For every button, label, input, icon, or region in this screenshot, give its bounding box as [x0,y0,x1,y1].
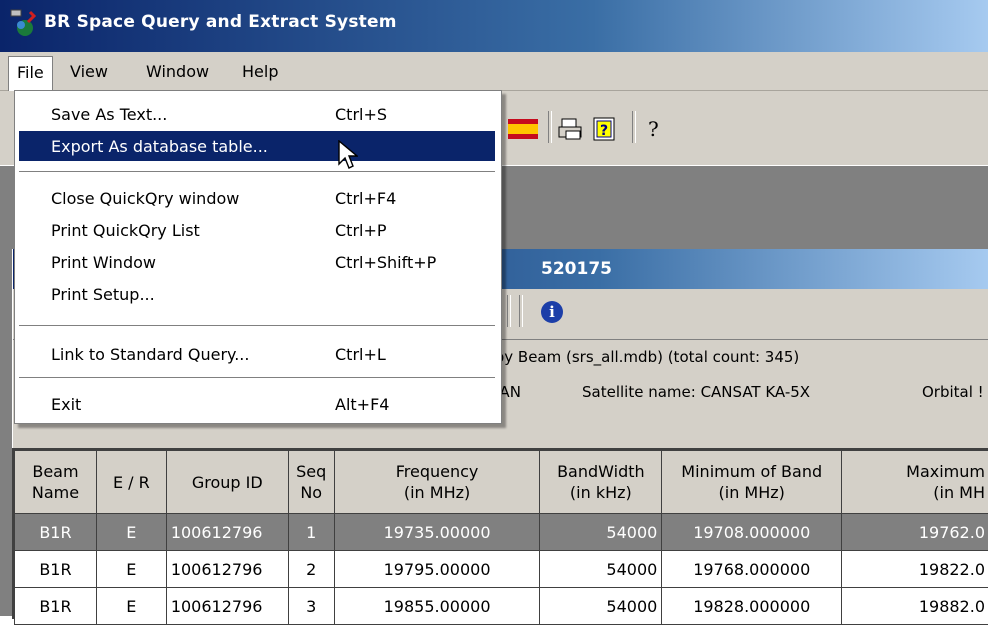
menu-item-shortcut: Ctrl+Shift+P [335,253,436,272]
file-menu-dropdown: Save As Text... Ctrl+S Export As databas… [14,90,502,424]
cell-er[interactable]: E [96,551,166,588]
cell-bandwidth[interactable]: 54000 [540,514,662,551]
column-header[interactable]: Maximum (in MH [842,451,988,514]
menu-separator [19,171,495,173]
table-row[interactable]: B1R E 100612796 3 19855.00000 54000 1982… [15,588,988,625]
menu-item-print-window[interactable]: Print Window Ctrl+Shift+P [19,247,495,277]
menu-separator [19,325,495,327]
menu-item-print-quickqry-list[interactable]: Print QuickQry List Ctrl+P [19,215,495,245]
window-title: BR Space Query and Extract System [44,12,397,32]
cell-max-band[interactable]: 19882.0 [842,588,988,625]
column-header-label: Seq No [296,462,326,502]
cell-beam[interactable]: B1R [15,588,97,625]
svg-text:?: ? [600,123,608,139]
column-header[interactable]: Beam Name [15,451,97,514]
cell-er[interactable]: E [96,514,166,551]
toolbar-separator [632,111,636,143]
toolbar-separator [507,295,511,327]
cell-min-band[interactable]: 19708.000000 [662,514,842,551]
menu-item-shortcut: Alt+F4 [335,395,389,414]
cell-seq[interactable]: 1 [288,514,334,551]
menu-item-label: Exit [51,395,81,414]
printer-icon[interactable] [558,117,584,141]
menu-item-label: Print QuickQry List [51,221,200,240]
column-header[interactable]: Minimum of Band (in MHz) [662,451,842,514]
menu-separator [19,377,495,379]
menu-window[interactable]: Window [136,56,219,87]
toolbar-separator [519,295,523,327]
cell-group-id[interactable]: 100612796 [166,588,288,625]
info-icon[interactable]: i [541,301,563,323]
menu-item-shortcut: Ctrl+P [335,221,387,240]
column-header-label: Beam Name [32,462,79,502]
cell-frequency[interactable]: 19855.00000 [334,588,540,625]
menu-item-close-quickqry[interactable]: Close QuickQry window Ctrl+F4 [19,183,495,213]
cell-beam[interactable]: B1R [15,514,97,551]
toolbar-separator [548,111,552,143]
column-header-label: Minimum of Band (in MHz) [681,462,822,502]
column-header[interactable]: E / R [96,451,166,514]
svg-text:?: ? [648,117,659,141]
cell-frequency[interactable]: 19735.00000 [334,514,540,551]
mouse-cursor-icon [338,140,358,170]
menu-item-save-as-text[interactable]: Save As Text... Ctrl+S [19,99,495,129]
title-bar: BR Space Query and Extract System [0,0,988,52]
cell-seq[interactable]: 3 [288,588,334,625]
grid-header-row: Beam Name E / R Group ID Seq No Frequenc… [15,451,988,514]
cell-min-band[interactable]: 19828.000000 [662,588,842,625]
satellite-name: Satellite name: CANSAT KA-5X [582,383,810,401]
whats-this-help-icon[interactable]: ? [644,117,666,141]
menu-item-link-standard-query[interactable]: Link to Standard Query... Ctrl+L [19,339,495,369]
column-header-label: Group ID [192,473,263,492]
results-grid[interactable]: Beam Name E / R Group ID Seq No Frequenc… [12,448,988,619]
spanish-flag-icon[interactable] [508,119,538,139]
column-header-label: BandWidth (in kHz) [557,462,645,502]
help-book-icon[interactable]: ? [592,117,616,141]
menu-item-label: Print Window [51,253,156,272]
child-window-title: 520175 [541,259,612,279]
column-header[interactable]: Seq No [288,451,334,514]
cell-max-band[interactable]: 19762.0 [842,514,988,551]
cell-bandwidth[interactable]: 54000 [540,551,662,588]
menu-item-shortcut: Ctrl+L [335,345,386,364]
cell-seq[interactable]: 2 [288,551,334,588]
menu-item-label: Save As Text... [51,105,167,124]
menu-item-label: Print Setup... [51,285,155,304]
cell-er[interactable]: E [96,588,166,625]
menu-file[interactable]: File [8,56,53,92]
cell-bandwidth[interactable]: 54000 [540,588,662,625]
menu-item-shortcut: Ctrl+S [335,105,387,124]
cell-beam[interactable]: B1R [15,551,97,588]
menu-bar: File View Window Help [0,52,988,91]
orbital-label: Orbital ! [922,383,984,401]
menu-item-label: Export As database table... [51,137,268,156]
menu-item-shortcut: Ctrl+F4 [335,189,396,208]
column-header[interactable]: Frequency (in MHz) [334,451,540,514]
column-header[interactable]: BandWidth (in kHz) [540,451,662,514]
column-header-label: E / R [113,473,150,492]
cell-min-band[interactable]: 19768.000000 [662,551,842,588]
table-row-selected[interactable]: B1R E 100612796 1 19735.00000 54000 1970… [15,514,988,551]
menu-view[interactable]: View [60,56,118,87]
menu-item-export-database-table[interactable]: Export As database table... [19,131,495,161]
cell-frequency[interactable]: 19795.00000 [334,551,540,588]
app-icon [10,8,36,42]
menu-item-print-setup[interactable]: Print Setup... [19,279,495,309]
table-row[interactable]: B1R E 100612796 2 19795.00000 54000 1976… [15,551,988,588]
menu-item-label: Close QuickQry window [51,189,239,208]
menu-item-exit[interactable]: Exit Alt+F4 [19,389,495,419]
cell-group-id[interactable]: 100612796 [166,551,288,588]
query-description: ncies by Beam (srs_all.mdb) (total count… [451,348,799,366]
column-header[interactable]: Group ID [166,451,288,514]
menu-help[interactable]: Help [232,56,288,87]
menu-item-label: Link to Standard Query... [51,345,249,364]
column-header-label: Frequency (in MHz) [396,462,479,502]
column-header-label: Maximum (in MH [906,462,985,502]
cell-group-id[interactable]: 100612796 [166,514,288,551]
cell-max-band[interactable]: 19822.0 [842,551,988,588]
